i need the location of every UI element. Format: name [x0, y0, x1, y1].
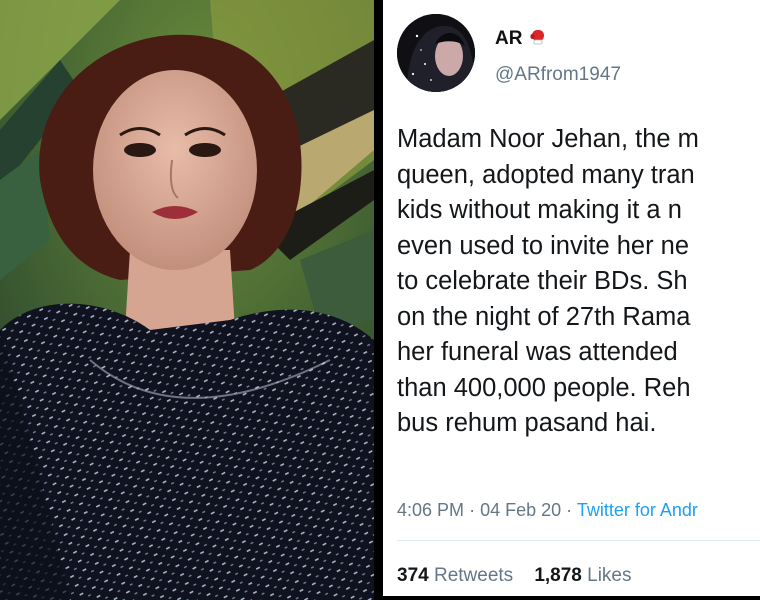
meta-separator: ·: [469, 500, 481, 520]
portrait-photo: [0, 0, 374, 600]
divider-line: [397, 540, 760, 541]
retweets-stat[interactable]: 374 Retweets: [397, 565, 513, 586]
tweet-text: Madam Noor Jehan, the m queen, adopted m…: [397, 125, 699, 437]
retweet-count: 374: [397, 565, 429, 586]
panel-divider: [374, 0, 383, 600]
tweet-stats: 374 Retweets 1,878 Likes: [397, 565, 632, 587]
portrait-illustration: [0, 0, 374, 600]
like-label: Likes: [587, 565, 632, 586]
user-handle[interactable]: @ARfrom1947: [495, 64, 621, 86]
tweet-card: AR @ARfrom1947 Madam Noor Jehan, the m q…: [383, 0, 760, 600]
display-name[interactable]: AR: [495, 28, 547, 50]
likes-stat[interactable]: 1,878 Likes: [534, 565, 631, 586]
retweet-label: Retweets: [433, 565, 514, 586]
tweet-date[interactable]: 04 Feb 20: [480, 500, 561, 520]
like-count: 1,878: [534, 565, 582, 586]
tweet-meta: 4:06 PM · 04 Feb 20 · Twitter for Andr: [397, 500, 698, 521]
meta-separator: ·: [566, 500, 577, 520]
avatar-image: [397, 14, 475, 92]
tweet-time[interactable]: 4:06 PM: [397, 500, 464, 520]
avatar[interactable]: [397, 14, 475, 92]
boxing-glove-icon: [530, 30, 544, 45]
tweet-source-link[interactable]: Twitter for Andr: [577, 500, 698, 520]
display-name-text: AR: [495, 28, 523, 49]
bottom-border: [383, 596, 760, 600]
